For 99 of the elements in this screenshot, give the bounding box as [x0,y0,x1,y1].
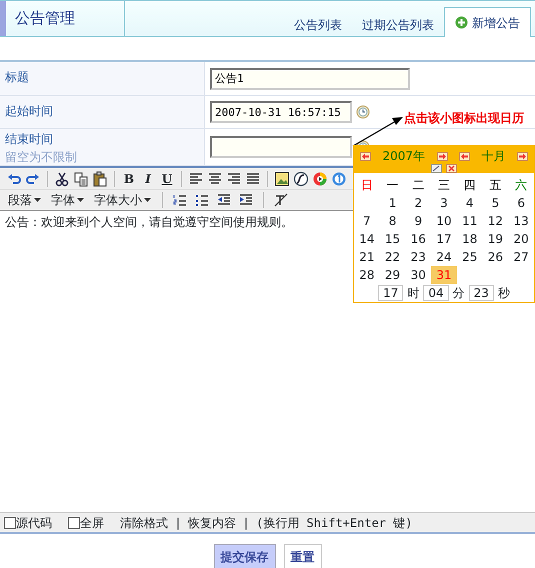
time-field[interactable]: 17 [378,285,404,301]
image-icon[interactable] [274,170,290,186]
italic-button[interactable]: I [140,170,156,188]
weekday-label: 五 [488,177,502,194]
hint-text: 留空为不限制 [5,149,78,166]
calendar-day[interactable]: 9 [405,212,432,230]
annotation-text: 点击该小图标出现日历 [404,110,524,127]
calendar-day[interactable]: 10 [431,212,457,230]
page-title: 公告管理 [0,1,125,36]
plus-icon [455,16,468,29]
bold-button[interactable]: B [121,170,137,188]
calendar-day[interactable]: 28 [354,266,380,284]
separator-text: | [176,514,180,532]
number-circle-icon[interactable] [331,170,347,186]
separator-text: | [244,514,248,532]
hint-text: (换行用 Shift+Enter 键) [256,514,412,532]
bullet-list-icon[interactable] [194,192,210,208]
calendar-day[interactable]: 25 [456,248,483,266]
tab[interactable]: 公告列表 [284,6,352,36]
next-icon[interactable] [436,152,448,160]
calendar-day[interactable]: 30 [405,266,432,284]
input-field[interactable]: 2007-10-31 16:57:15 [210,101,352,123]
remove-format-icon[interactable] [273,192,289,208]
calendar-day[interactable]: 16 [405,230,432,248]
tab[interactable]: 过期公告列表 [352,6,444,36]
next-icon[interactable] [516,152,528,160]
ordered-list-icon[interactable] [172,192,188,208]
calendar-day[interactable]: 14 [354,230,380,248]
field-label: 结束时间 [5,131,54,148]
flash-icon[interactable] [293,170,309,186]
weekday-label: 三 [436,177,451,194]
tab[interactable]: 新增公告 [444,7,531,37]
calendar-day[interactable]: 18 [456,230,483,248]
reset-button[interactable]: 重置 [284,544,322,568]
scissors-icon[interactable] [54,170,70,186]
unit-label: 分 [452,285,465,302]
calendar-day[interactable]: 6 [508,194,534,212]
unit-label: 秒 [498,285,510,302]
calendar-day[interactable]: 12 [482,212,508,230]
editor-link[interactable]: 恢复内容 [188,514,236,532]
calendar-day[interactable]: 26 [482,248,508,266]
calendar-day[interactable]: 17 [431,230,457,248]
calendar-day[interactable]: 2 [405,194,432,212]
caret-icon [34,198,41,202]
weekday-label: 日 [360,177,374,194]
clear-icon[interactable] [431,164,442,173]
underline-button[interactable]: U [159,170,175,188]
align-center-icon[interactable] [207,170,223,186]
calendar-day[interactable]: 5 [482,194,508,212]
input-field[interactable] [210,136,352,158]
clock-icon[interactable] [356,105,370,119]
calendar-day[interactable]: 3 [431,194,457,212]
copy-icon[interactable] [73,170,89,186]
calendar-day[interactable]: 22 [380,248,406,266]
calendar-day[interactable]: 11 [456,212,483,230]
field-label: 起始时间 [5,103,54,120]
calendar-day[interactable]: 1 [380,194,406,212]
align-left-icon[interactable] [188,170,204,186]
calendar-day[interactable]: 13 [508,212,534,230]
calendar-day[interactable]: 24 [431,248,457,266]
close-icon[interactable] [446,164,457,173]
dropdown[interactable]: 字体 [49,191,86,209]
calendar-day[interactable]: 8 [380,212,406,230]
calendar-day[interactable]: 23 [405,248,432,266]
media-icon[interactable] [312,170,328,186]
previous-icon[interactable] [459,152,470,160]
time-field[interactable]: 04 [423,285,449,301]
dropdown[interactable]: 段落 [6,191,43,209]
calendar-day[interactable]: 29 [380,266,406,284]
justify-icon[interactable] [245,170,261,186]
calendar-day[interactable]: 7 [354,212,380,230]
field-label: 标题 [5,69,30,86]
unit-label: 时 [407,285,420,302]
calendar-day[interactable]: 20 [508,230,534,248]
previous-icon[interactable] [360,152,371,160]
dropdown[interactable]: 字体大小 [92,191,153,209]
calendar-day[interactable]: 15 [380,230,406,248]
weekday-label: 二 [411,177,426,194]
weekday-label: 四 [462,177,477,194]
time-field[interactable]: 23 [468,285,494,301]
calendar-day[interactable]: 21 [354,248,380,266]
submit-button[interactable]: 提交保存 [214,544,276,568]
caret-icon [144,198,151,202]
calendar-day[interactable]: 19 [482,230,508,248]
weekday-label: 六 [514,177,528,194]
align-right-icon[interactable] [226,170,242,186]
calendar-day[interactable]: 4 [456,194,483,212]
caret-icon [77,198,84,202]
editor-link[interactable]: 清除格式 [120,514,168,532]
weekday-label: 一 [386,177,400,194]
clipboard-icon[interactable] [92,170,108,186]
input-field[interactable]: 公告1 [210,68,410,90]
checkbox-option[interactable]: 源代码 [4,514,52,532]
checkbox-option[interactable]: 全屏 [68,514,104,532]
year-label: 2007年 [382,148,426,165]
calendar-day[interactable]: 27 [508,248,534,266]
arrow [352,117,403,147]
month-label: 十月 [481,148,506,165]
editor-text: 公告：欢迎来到个人空间，请自觉遵守空间使用规则。 [5,215,293,229]
